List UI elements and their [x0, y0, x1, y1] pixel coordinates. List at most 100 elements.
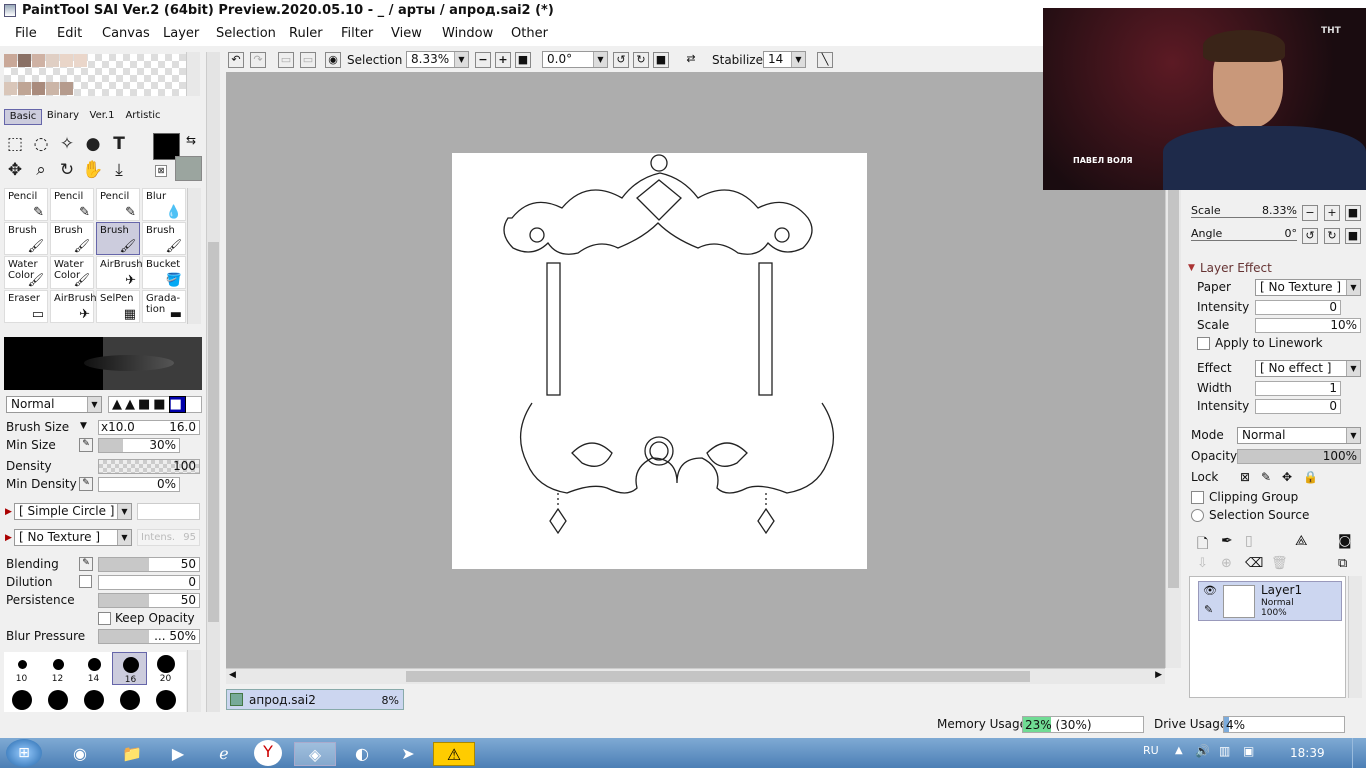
brush-tool-cell[interactable]: AirBrush ✈: [96, 256, 143, 289]
brush-hardness-selector[interactable]: ▲▲■■■: [108, 396, 202, 413]
brush-tool-cell[interactable]: SelPen ▦: [96, 290, 140, 323]
color-swatch[interactable]: [4, 54, 17, 67]
pressure-icon[interactable]: ✎: [79, 438, 93, 452]
menu-view[interactable]: View: [391, 26, 422, 41]
brush-size-preset[interactable]: 16: [112, 652, 147, 685]
network-icon[interactable]: ▥: [1219, 744, 1230, 758]
pressure-icon[interactable]: ✎: [79, 477, 93, 491]
brush-size-dot[interactable]: [156, 690, 176, 710]
internet-explorer-icon[interactable]: ℯ: [206, 742, 242, 766]
painttool-sai-taskbar-icon[interactable]: ◈: [294, 742, 336, 766]
layer-mode-select[interactable]: Normal ▼: [1237, 427, 1361, 444]
brush-size-field[interactable]: x10.0 16.0: [98, 420, 200, 435]
min-density-slider[interactable]: 0%: [98, 477, 180, 492]
expand-arrow-icon[interactable]: ▶: [5, 533, 12, 543]
nav-rotate-left-icon[interactable]: ↺: [1302, 228, 1318, 244]
rotate-icon[interactable]: ↻: [56, 159, 78, 181]
brush-size-dot[interactable]: [12, 690, 32, 710]
lock-all-icon[interactable]: 🔒: [1303, 470, 1318, 484]
layer-list-scrollbar[interactable]: [1348, 576, 1362, 698]
brush-size-preset[interactable]: 14: [76, 652, 111, 685]
menu-edit[interactable]: Edit: [57, 26, 82, 41]
brush-size-dot[interactable]: [84, 690, 104, 710]
rotate-reset-icon[interactable]: ■: [653, 52, 669, 68]
keep-opacity-checkbox[interactable]: [98, 612, 111, 625]
brush-size-dropdown-icon[interactable]: ▼: [80, 421, 87, 431]
brush-tool-cell[interactable]: Brush 🖌: [4, 222, 48, 255]
show-desktop-button[interactable]: [1352, 738, 1366, 768]
color-swatch[interactable]: [60, 82, 73, 95]
tab-artistic[interactable]: Artistic: [122, 109, 164, 125]
color-swatch[interactable]: [60, 54, 73, 67]
merge-down-icon[interactable]: ⊕: [1221, 556, 1232, 571]
new-layer-icon[interactable]: 🗋: [1197, 533, 1208, 557]
zoom-out-icon[interactable]: −: [475, 52, 491, 68]
menu-file[interactable]: File: [15, 26, 37, 41]
tray-app-icon[interactable]: ▣: [1243, 744, 1254, 758]
lock-paint-icon[interactable]: ✎: [1261, 470, 1271, 484]
size-scrollbar[interactable]: [187, 650, 201, 712]
rotate-left-icon[interactable]: ↺: [613, 52, 629, 68]
layer-options-icon[interactable]: ⧉: [1338, 556, 1347, 571]
layer-effect-icon[interactable]: ⟁: [1295, 533, 1308, 549]
color-swatch[interactable]: [4, 82, 17, 95]
tab-ver1[interactable]: Ver.1: [84, 109, 120, 125]
document-tab[interactable]: апрод.sai2 8%: [226, 689, 404, 710]
toolgrid-scrollbar[interactable]: [187, 188, 201, 324]
layer-edit-pencil-icon[interactable]: ✎: [1204, 603, 1213, 616]
brush-tool-cell[interactable]: Grada-tion ▬: [142, 290, 186, 323]
selection-source-checkbox[interactable]: [1191, 509, 1204, 522]
volume-icon[interactable]: 🔊: [1195, 744, 1210, 758]
menu-ruler[interactable]: Ruler: [289, 26, 323, 41]
transfer-down-icon[interactable]: ⇩: [1197, 556, 1208, 571]
eye-icon[interactable]: ◉: [325, 52, 341, 68]
menu-canvas[interactable]: Canvas: [102, 26, 150, 41]
blur-pressure-slider[interactable]: ... 50%: [98, 629, 200, 644]
lasso-icon[interactable]: ◌: [30, 133, 52, 155]
tray-expand-icon[interactable]: ▲: [1175, 745, 1183, 756]
menu-filter[interactable]: Filter: [341, 26, 373, 41]
nav-zoom-out-icon[interactable]: −: [1302, 205, 1318, 221]
nav-rotate-reset-icon[interactable]: ■: [1345, 228, 1361, 244]
brush-size-preset[interactable]: 12: [40, 652, 75, 685]
color-swatch[interactable]: [46, 82, 59, 95]
eyedropper-icon[interactable]: ⤓: [108, 159, 130, 181]
telegram-icon[interactable]: ➤: [390, 742, 426, 766]
brush-size-dot[interactable]: [120, 690, 140, 710]
expand-arrow-icon[interactable]: ▶: [5, 507, 12, 517]
color-swatch[interactable]: [32, 54, 45, 67]
effect-select[interactable]: [ No effect ] ▼: [1255, 360, 1361, 377]
tab-binary[interactable]: Binary: [44, 109, 82, 125]
color-swatch[interactable]: [18, 54, 31, 67]
brush-tool-cell[interactable]: Water Color 🖌: [4, 256, 48, 289]
blending-slider[interactable]: 50: [98, 557, 200, 572]
move-icon[interactable]: ✥: [4, 159, 26, 181]
start-button[interactable]: ⊞: [6, 739, 42, 767]
swatch-scrollbar[interactable]: [186, 52, 200, 96]
collapse-arrow-icon[interactable]: ▼: [1188, 263, 1195, 273]
undo-icon[interactable]: ↶: [228, 52, 244, 68]
effect-width-slider[interactable]: 1: [1255, 381, 1341, 396]
brush-shape-select[interactable]: [ Simple Circle ] ▼: [14, 503, 132, 520]
canvas-hscrollbar[interactable]: ◀ ▶: [226, 668, 1165, 684]
brush-tool-cell[interactable]: Blur 💧: [142, 188, 186, 221]
select-pen-icon[interactable]: ●: [82, 133, 104, 155]
layer-opacity-slider[interactable]: 100%: [1237, 449, 1361, 464]
zoom-in-icon[interactable]: +: [495, 52, 511, 68]
rotation-select[interactable]: 0.0° ▼: [542, 51, 608, 68]
brush-tool-cell[interactable]: Pencil ✎: [96, 188, 140, 221]
nav-rotate-right-icon[interactable]: ↻: [1324, 228, 1340, 244]
color-swatch[interactable]: [46, 54, 59, 67]
color-app-icon[interactable]: ◐: [344, 742, 380, 766]
dilution-checkbox[interactable]: [79, 575, 92, 588]
deselect-icon[interactable]: ▭: [278, 52, 294, 68]
yandex-browser-icon[interactable]: Y: [254, 740, 282, 766]
straight-line-icon[interactable]: ╲: [817, 52, 833, 68]
transparent-color-icon[interactable]: ⊠: [155, 165, 167, 177]
paper-scale-slider[interactable]: 10%: [1255, 318, 1361, 333]
stabilizer-select[interactable]: 14 ▼: [763, 51, 806, 68]
lock-move-icon[interactable]: ✥: [1282, 470, 1292, 484]
tab-basic[interactable]: Basic: [4, 109, 42, 125]
layer-row[interactable]: 👁 ✎ Layer1 Normal 100%: [1198, 581, 1342, 621]
delete-layer-icon[interactable]: 🗑: [1271, 556, 1288, 571]
